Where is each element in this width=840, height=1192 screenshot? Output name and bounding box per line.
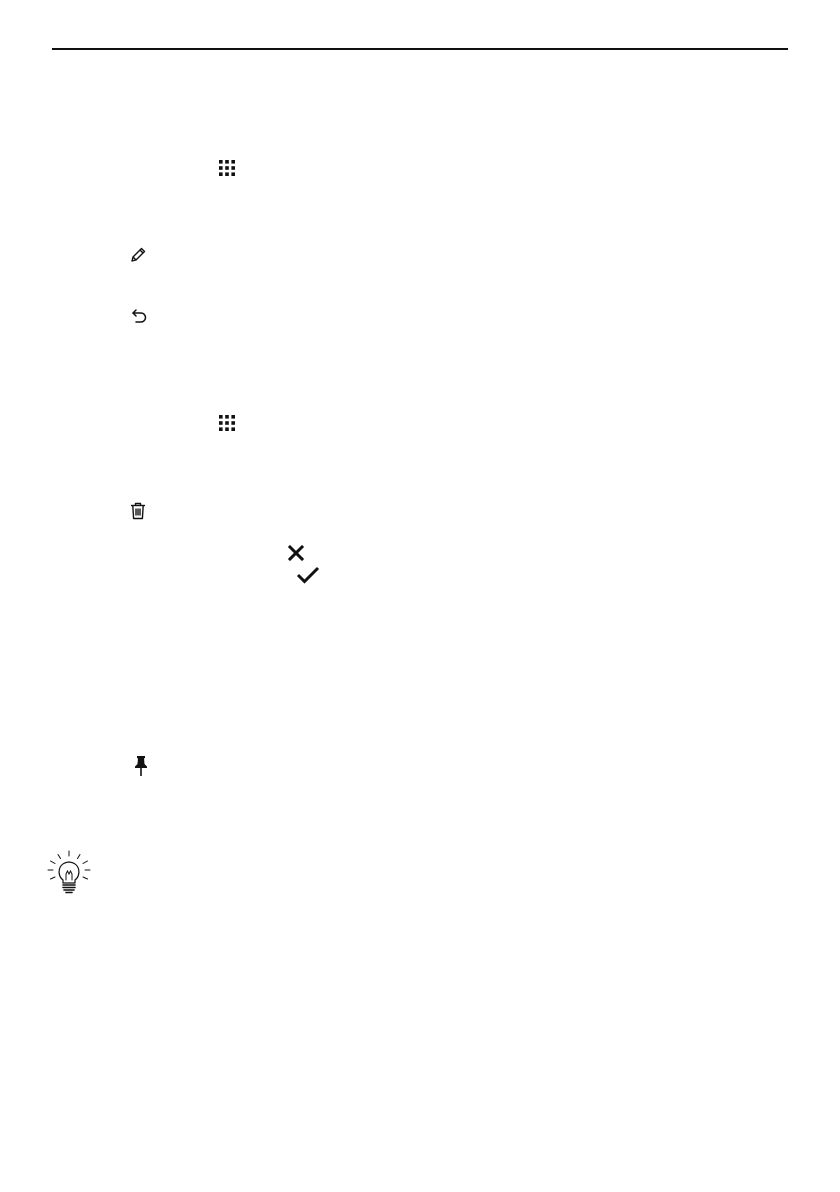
- app-grid-icon: [219, 160, 235, 176]
- pushpin-icon: [134, 756, 148, 776]
- header-divider: [52, 48, 788, 50]
- undo-arrow-icon: [130, 307, 148, 325]
- lightbulb-tip-icon: [46, 850, 92, 896]
- close-x-icon: [287, 544, 305, 562]
- checkmark-icon: [296, 566, 320, 584]
- pencil-edit-icon: [129, 246, 147, 264]
- trash-delete-icon: [130, 502, 146, 520]
- app-grid-icon: [219, 415, 235, 431]
